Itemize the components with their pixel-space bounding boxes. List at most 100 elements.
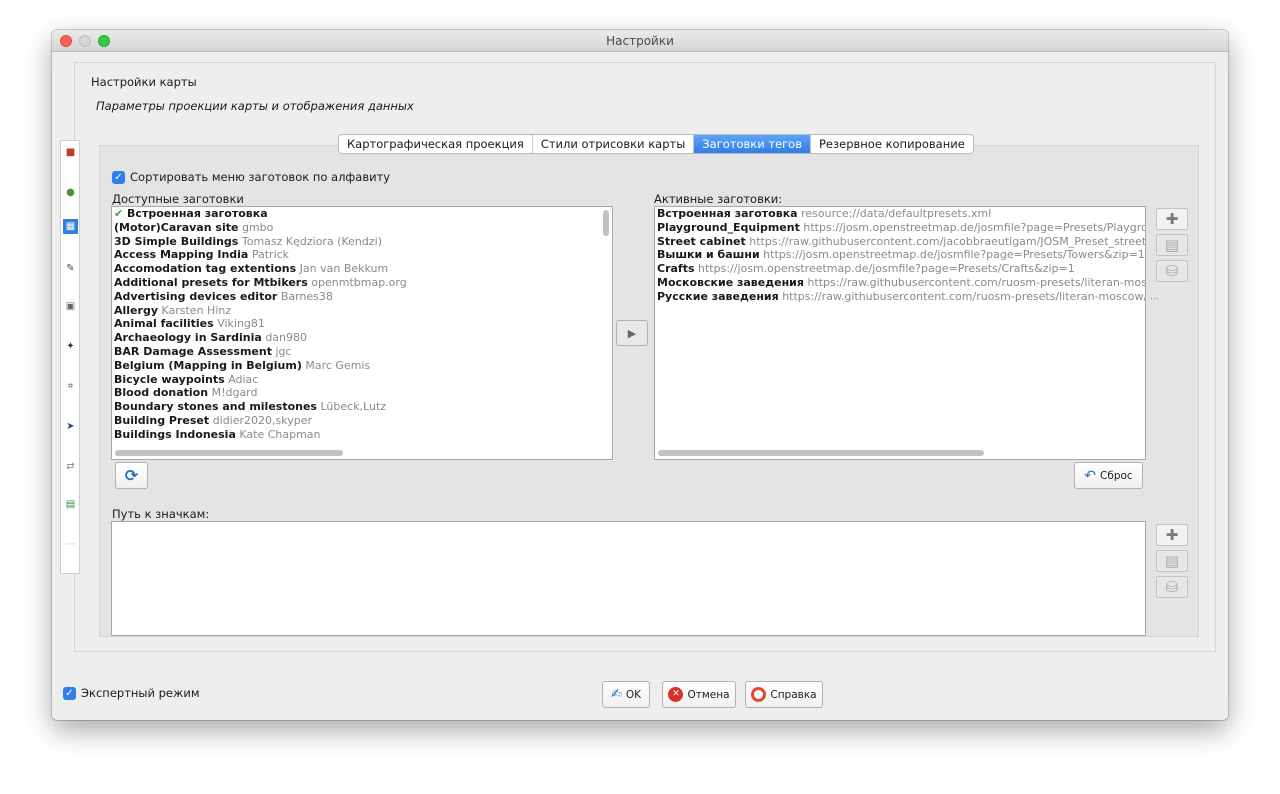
page-title: Настройки карты [91, 75, 197, 89]
icon-path-list[interactable] [111, 521, 1146, 636]
list-item[interactable]: Bicycle waypoints Adiac [112, 373, 612, 387]
audio-settings-icon[interactable]: ✦ [63, 339, 78, 354]
sort-presets-label: Сортировать меню заготовок по алфавиту [130, 170, 391, 184]
ok-button-label: OK [625, 688, 642, 701]
sort-presets-option[interactable]: ✓ Сортировать меню заготовок по алфавиту [112, 170, 390, 184]
list-item[interactable]: 3D Simple Buildings Tomasz Kędziora (Ken… [112, 235, 612, 249]
plugin-settings-icon[interactable]: ▤ [63, 497, 78, 512]
remote-control-settings-icon[interactable]: ⇄ [63, 459, 78, 474]
list-item[interactable]: Animal facilities Viking81 [112, 317, 612, 331]
tab-backup[interactable]: Резервное копирование [811, 135, 973, 153]
icon-path-label: Путь к значкам: [112, 507, 210, 521]
active-presets-list[interactable]: Встроенная заготовка resource://data/def… [654, 206, 1146, 460]
list-item[interactable]: Crafts https://josm.openstreetmap.de/jos… [655, 262, 1145, 276]
active-presets-label: Активные заготовки: [654, 192, 783, 206]
preset-name: Blood donation [114, 386, 209, 400]
preset-name: Animal facilities [114, 317, 214, 331]
plus-icon: ✚ [1165, 526, 1179, 544]
cancel-icon: ✕ [668, 687, 684, 702]
available-list-vertical-scrollbar[interactable] [603, 210, 609, 236]
preset-name: Crafts [657, 262, 695, 276]
display-settings-icon[interactable]: ■ [63, 145, 78, 160]
tab-projection[interactable]: Картографическая проекция [339, 135, 533, 153]
add-preset-button[interactable]: ✚ [1156, 208, 1188, 230]
available-list-horizontal-scrollbar[interactable] [115, 450, 343, 456]
delete-preset-button[interactable]: ⛁ [1156, 260, 1188, 282]
preset-source: dan980 [265, 331, 308, 345]
map-settings-icon[interactable]: ▦ [63, 219, 78, 234]
tab-map-paint-styles[interactable]: Стили отрисовки карты [533, 135, 695, 153]
list-item[interactable]: Boundary stones and milestones Lübeck,Lu… [112, 400, 612, 414]
plus-icon: ✚ [1165, 210, 1179, 228]
list-item[interactable]: Playground_Equipment https://josm.openst… [655, 221, 1145, 235]
preset-name: Allergy [114, 303, 158, 317]
reset-presets-button[interactable]: ↶ Сброс [1074, 462, 1143, 489]
imagery-settings-icon[interactable]: ▣ [63, 299, 78, 314]
list-item[interactable]: BAR Damage Assessment jgc [112, 345, 612, 359]
advanced-settings-icon[interactable]: ⋯ [63, 537, 78, 552]
active-list-horizontal-scrollbar[interactable] [658, 450, 984, 456]
activate-preset-button[interactable]: ▶ [616, 320, 648, 346]
preset-source: Adiac [228, 372, 259, 386]
edit-document-icon: ▤ [1164, 236, 1180, 254]
preset-source: Lübeck,Lutz [320, 400, 387, 414]
list-item[interactable]: Building Preset didier2020,skyper [112, 414, 612, 428]
list-item[interactable]: Access Mapping India Patrick [112, 248, 612, 262]
list-item[interactable]: Вышки и башни https://josm.openstreetmap… [655, 248, 1145, 262]
list-item[interactable]: ✔ Встроенная заготовка [112, 207, 612, 221]
preset-name: BAR Damage Assessment [114, 344, 272, 358]
list-item[interactable]: Street cabinet https://raw.githubusercon… [655, 235, 1145, 249]
list-item[interactable]: Buildings Indonesia Kate Chapman [112, 428, 612, 442]
edit-preset-button[interactable]: ▤ [1156, 234, 1188, 256]
lifebuoy-icon [751, 687, 767, 702]
list-item[interactable]: Встроенная заготовка resource://data/def… [655, 207, 1145, 221]
preset-name: Boundary stones and milestones [114, 400, 317, 414]
reset-button-label: Сброс [1100, 469, 1133, 482]
sort-presets-checkbox[interactable]: ✓ [112, 170, 125, 184]
edit-icon-path-button[interactable]: ▤ [1156, 550, 1188, 572]
preset-name: Bicycle waypoints [114, 372, 225, 386]
preset-source: Karsten Hinz [161, 303, 232, 317]
cancel-button-label: Отмена [687, 688, 730, 701]
expert-mode-option[interactable]: ✓ Экспертный режим [63, 686, 200, 700]
preset-name: Archaeology in Sardinia [114, 331, 262, 345]
help-button[interactable]: Справка [745, 681, 823, 708]
list-item[interactable]: Allergy Karsten Hinz [112, 304, 612, 318]
ok-button[interactable]: ✍ OK [602, 681, 650, 708]
list-item[interactable]: Archaeology in Sardinia dan980 [112, 331, 612, 345]
preset-name: Building Preset [114, 413, 210, 427]
preset-source: Barnes38 [280, 289, 333, 303]
reset-arrow-icon: ↶ [1084, 467, 1097, 484]
list-item[interactable]: (Motor)Caravan site gmbo [112, 221, 612, 235]
preset-name: Московские заведения [657, 275, 804, 289]
list-item[interactable]: Belgium (Mapping in Belgium) Marc Gemis [112, 359, 612, 373]
available-presets-list[interactable]: ✔ Встроенная заготовка (Motor)Caravan sit… [111, 206, 613, 460]
connection-settings-icon[interactable]: ● [63, 185, 78, 200]
reload-presets-button[interactable]: ⟳ [115, 462, 148, 489]
shortcut-settings-icon[interactable]: ⌗ [63, 379, 78, 394]
help-button-label: Справка [770, 688, 817, 701]
add-icon-path-button[interactable]: ✚ [1156, 524, 1188, 546]
preset-source: gmbo [241, 220, 274, 234]
preset-name: (Motor)Caravan site [114, 220, 239, 234]
preferences-window: Настройки ■ ● ▦ ✎ ▣ ✦ ⌗ ➤ ⇄ ▤ ⋯ Настройк… [52, 30, 1228, 720]
window-title: Настройки [606, 34, 674, 48]
arrow-right-icon: ▶ [627, 326, 637, 340]
preset-name: Встроенная заготовка [657, 207, 798, 220]
tab-tagging-presets[interactable]: Заготовки тегов [694, 135, 811, 153]
validator-settings-icon[interactable]: ➤ [63, 419, 78, 434]
preset-name: 3D Simple Buildings [114, 234, 239, 248]
list-item[interactable]: Accomodation tag extentions Jan van Bekk… [112, 262, 612, 276]
preset-name: Русские заведения [657, 289, 779, 303]
list-item[interactable]: Additional presets for Mtbikers openmtbm… [112, 276, 612, 290]
preset-source: https://josm.openstreetmap.de/josmfile?p… [763, 248, 1145, 262]
list-item[interactable]: Blood donation M!dgard [112, 386, 612, 400]
list-item[interactable]: Московские заведения https://raw.githubu… [655, 276, 1145, 290]
draw-settings-icon[interactable]: ✎ [63, 261, 78, 276]
preset-name: Playground_Equipment [657, 220, 800, 234]
list-item[interactable]: Advertising devices editor Barnes38 [112, 290, 612, 304]
delete-icon-path-button[interactable]: ⛁ [1156, 576, 1188, 598]
cancel-button[interactable]: ✕ Отмена [662, 681, 736, 708]
expert-mode-checkbox[interactable]: ✓ [63, 686, 76, 700]
list-item[interactable]: Русские заведения https://raw.githubuser… [655, 290, 1145, 304]
